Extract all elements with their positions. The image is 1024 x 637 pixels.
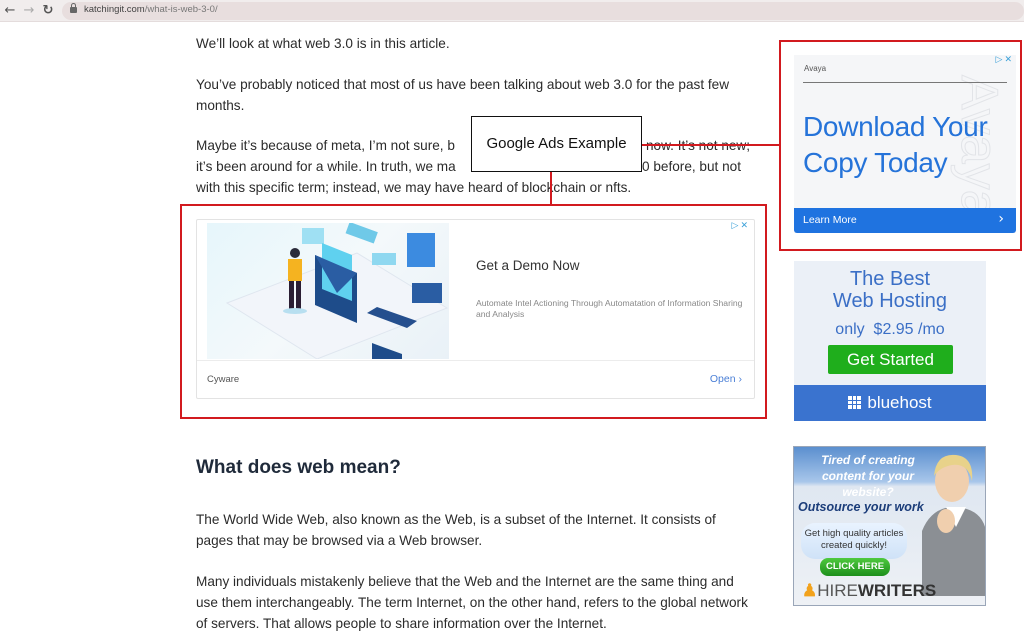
divider <box>803 82 1007 83</box>
chevron-right-icon: › <box>998 211 1004 227</box>
logo-writers: WRITERS <box>857 581 937 600</box>
address-bar[interactable]: katchingit.com/what-is-web-3-0/ <box>62 2 1024 20</box>
hirewriters-subhead: Outsource your work <box>798 500 924 514</box>
inline-google-ad[interactable]: ▷✕ Get a Demo Now Automate Intel Actioni… <box>196 219 755 399</box>
avaya-headline[interactable]: Download Your Copy Today <box>803 109 1016 181</box>
hirewriters-bubble: Get high quality articles created quickl… <box>801 523 907 559</box>
paragraph-meta-line3: with this specific term; instead, we may… <box>196 180 632 195</box>
mascot-icon: ♟ <box>802 581 818 600</box>
hirewriters-logo: ♟HIREWRITERS <box>802 581 936 601</box>
ad-title[interactable]: Get a Demo Now <box>476 258 580 273</box>
paragraph-meta-line1a: Maybe it’s because of meta, I’m not sure… <box>196 138 455 153</box>
bluehost-line1: The Best <box>849 268 931 290</box>
ad-open-button[interactable]: Open › <box>710 373 742 385</box>
adchoices-icon[interactable]: ▷✕ <box>996 55 1014 65</box>
bluehost-brand: bluehost <box>867 393 932 412</box>
grid-logo-icon <box>848 396 862 409</box>
callout-connector-right <box>642 144 780 146</box>
ad-illustration <box>207 223 449 359</box>
bluehost-price: only $2.95 /mo <box>835 321 945 338</box>
avaya-brand: Avaya <box>804 64 827 73</box>
learn-more-label: Learn More <box>803 214 857 226</box>
bluehost-ad[interactable]: The Best Web Hosting only $2.95 /mo Get … <box>794 261 986 421</box>
hirewriters-ad[interactable]: Tired of creating content for your websi… <box>793 446 986 606</box>
arrow-right-icon[interactable]: → <box>21 3 37 19</box>
bluehost-logo: bluehost <box>794 385 986 421</box>
arrow-left-icon[interactable]: ← <box>2 3 18 19</box>
adchoices-icon[interactable]: ▷✕ <box>732 221 750 231</box>
ad-advertiser: Cyware <box>207 374 240 385</box>
paragraph-www: The World Wide Web, also known as the We… <box>196 512 716 548</box>
paragraph-meta-line2b: 0 before, but not <box>642 159 742 174</box>
google-ads-example-callout: Google Ads Example <box>471 116 642 172</box>
lock-icon <box>70 3 77 13</box>
avaya-ad[interactable]: Avaya Avaya ▷✕ Download Your Copy Today … <box>794 55 1016 233</box>
url-text: katchingit.com/what-is-web-3-0/ <box>84 4 218 15</box>
logo-hire: HIRE <box>817 581 858 600</box>
reload-icon[interactable]: ↻ <box>40 3 56 19</box>
section-heading: What does web mean? <box>196 457 401 478</box>
url-domain: katchingit.com <box>84 4 145 15</box>
click-here-button[interactable]: CLICK HERE <box>820 558 890 576</box>
learn-more-button[interactable]: Learn More › <box>794 208 1016 233</box>
browser-toolbar: ← → ↻ katchingit.com/what-is-web-3-0/ <box>0 0 1024 22</box>
paragraph-meta-line2a: it’s been around for a while. In truth, … <box>196 159 456 174</box>
hirewriters-tagline: Tired of creating content for your websi… <box>821 453 915 499</box>
bluehost-line2: Web Hosting <box>832 290 948 312</box>
callout-connector-down <box>550 172 552 205</box>
paragraph-web3-talk: You’ve probably noticed that most of us … <box>196 77 730 113</box>
paragraph-intro: We’ll look at what web 3.0 is in this ar… <box>196 36 450 51</box>
get-started-button[interactable]: Get Started <box>828 345 953 374</box>
ad-description: Automate Intel Actioning Through Automat… <box>476 298 743 319</box>
ad-footer: Cyware Open › <box>197 360 754 399</box>
url-path: /what-is-web-3-0/ <box>144 4 218 15</box>
paragraph-web-vs-internet: Many individuals mistakenly believe that… <box>196 574 748 631</box>
